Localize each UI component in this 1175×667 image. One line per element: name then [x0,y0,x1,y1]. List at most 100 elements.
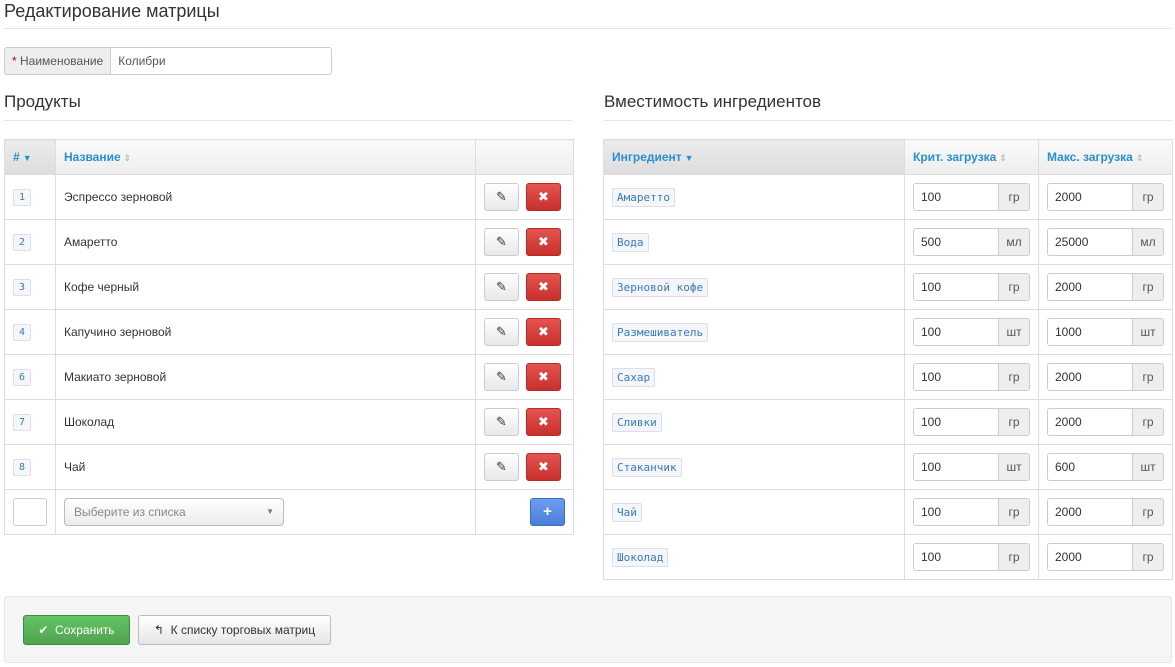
ingredient-name-cell: Вода [603,219,905,265]
col-ingredient-label: Ингредиент [612,150,682,164]
crit-load-group: мл [913,228,1030,256]
edit-product-button[interactable]: ✎ [484,453,519,481]
edit-product-button[interactable]: ✎ [484,408,519,436]
remove-icon: ✖ [538,459,549,474]
delete-product-button[interactable]: ✖ [526,318,561,346]
add-product-button[interactable]: + [530,498,565,526]
crit-load-input[interactable] [914,319,998,345]
max-load-input[interactable] [1048,364,1132,390]
delete-product-button[interactable]: ✖ [526,453,561,481]
product-name: Кофе черный [64,280,140,294]
delete-product-button[interactable]: ✖ [526,273,561,301]
crit-load-input[interactable] [914,499,998,525]
products-table: # ▼ Название ⇕ 1 Эспрессо зерновой ✎ ✖ 2 Амарет… [4,139,574,535]
crit-load-input[interactable] [914,544,998,570]
col-header-name[interactable]: Название ⇕ [55,139,476,175]
product-num-cell: 8 [4,444,56,490]
edit-product-button[interactable]: ✎ [484,318,519,346]
ingredient-tag: Шоколад [612,547,669,567]
ingredient-row: Шоколад гр гр [603,534,1173,580]
max-load-group: гр [1047,543,1164,571]
back-label: К списку торговых матриц [170,623,316,637]
save-button[interactable]: ✔ Сохранить [23,615,130,645]
product-num-cell: 7 [4,399,56,445]
product-num: 8 [13,458,32,476]
max-load-input[interactable] [1048,499,1132,525]
max-load-group: гр [1047,183,1164,211]
add-select-cell: Выберите из списка ▼ [55,489,476,535]
ingredient-name-cell: Чай [603,489,905,535]
col-header-num[interactable]: # ▼ [4,139,56,175]
delete-product-button[interactable]: ✖ [526,363,561,391]
max-unit-label: гр [1132,184,1163,210]
product-num: 1 [13,188,32,206]
max-unit-label: шт [1132,319,1163,345]
crit-load-input[interactable] [914,274,998,300]
max-load-group: гр [1047,273,1164,301]
product-num: 4 [13,323,32,341]
ingredient-name-cell: Сахар [603,354,905,400]
max-load-cell: гр [1038,264,1173,310]
ingredient-tag: Вода [612,232,649,252]
product-actions-cell: ✎ ✖ [475,309,574,355]
ingredient-tag: Зерновой кофе [612,277,709,297]
crit-load-input[interactable] [914,409,998,435]
title-divider [4,28,1171,29]
remove-icon: ✖ [538,414,549,429]
crit-load-input[interactable] [914,364,998,390]
crit-load-group: гр [913,363,1030,391]
max-load-input[interactable] [1048,184,1132,210]
edit-product-button[interactable]: ✎ [484,228,519,256]
crit-load-group: гр [913,408,1030,436]
back-to-list-button[interactable]: ↰ К списку торговых матриц [138,615,331,645]
pencil-icon: ✎ [496,459,507,474]
ingredients-title: Вместимость ингредиентов [604,92,822,111]
max-unit-label: мл [1132,229,1163,255]
crit-unit-label: гр [998,409,1029,435]
edit-product-button[interactable]: ✎ [484,363,519,391]
col-header-max[interactable]: Макс. загрузка ⇕ [1038,139,1173,175]
product-row: 3 Кофе черный ✎ ✖ [4,264,574,310]
max-load-cell: гр [1038,354,1173,400]
ingredient-name-cell: Амаретто [603,174,905,220]
max-load-cell: шт [1038,309,1173,355]
new-product-num-input[interactable] [13,498,47,526]
max-load-input[interactable] [1048,229,1132,255]
crit-load-input[interactable] [914,184,998,210]
product-actions-cell: ✎ ✖ [475,219,574,265]
product-row: 7 Шоколад ✎ ✖ [4,399,574,445]
reply-arrow-icon: ↰ [153,623,164,637]
edit-product-button[interactable]: ✎ [484,273,519,301]
crit-load-input[interactable] [914,454,998,480]
ingredients-divider [604,120,1172,121]
name-input[interactable] [111,48,331,74]
remove-icon: ✖ [538,324,549,339]
remove-icon: ✖ [538,189,549,204]
add-product-row: Выберите из списка ▼ + [4,489,574,535]
crit-load-cell: шт [904,444,1039,490]
col-max-label: Макс. загрузка [1047,150,1133,164]
max-load-input[interactable] [1048,319,1132,345]
delete-product-button[interactable]: ✖ [526,408,561,436]
col-header-crit[interactable]: Крит. загрузка ⇕ [904,139,1039,175]
col-header-ingredient[interactable]: Ингредиент ▼ [603,139,905,175]
crit-load-input[interactable] [914,229,998,255]
max-load-group: гр [1047,408,1164,436]
delete-product-button[interactable]: ✖ [526,228,561,256]
edit-product-button[interactable]: ✎ [484,183,519,211]
max-load-input[interactable] [1048,409,1132,435]
max-unit-label: шт [1132,454,1163,480]
delete-product-button[interactable]: ✖ [526,183,561,211]
ingredient-name-cell: Шоколад [603,534,905,580]
crit-unit-label: гр [998,544,1029,570]
ingredient-name-cell: Сливки [603,399,905,445]
col-crit-label: Крит. загрузка [913,150,997,164]
ingredient-tag: Амаретто [612,187,675,207]
name-field-label: * Наименование [5,48,112,74]
page-title: Редактирование матрицы [4,1,220,21]
product-name-cell: Кофе черный [55,264,476,310]
max-load-input[interactable] [1048,274,1132,300]
max-load-input[interactable] [1048,454,1132,480]
product-select[interactable]: Выберите из списка ▼ [64,498,284,526]
max-load-input[interactable] [1048,544,1132,570]
